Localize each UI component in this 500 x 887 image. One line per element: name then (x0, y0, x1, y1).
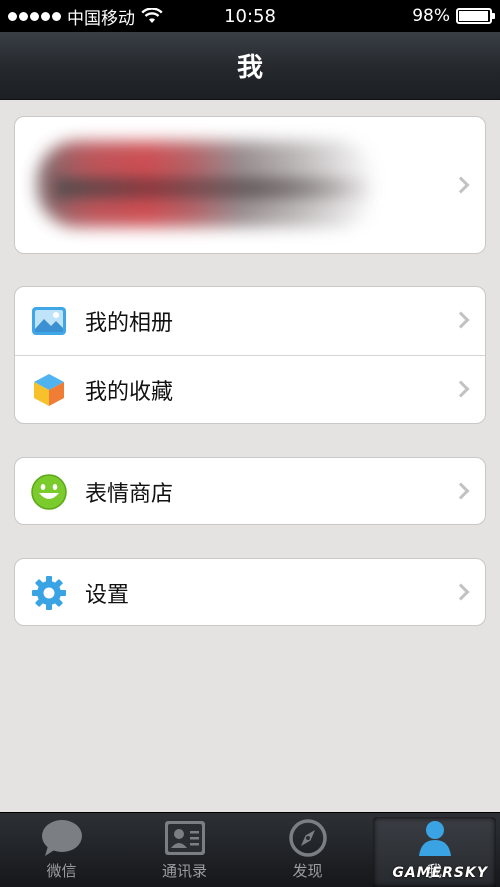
tab-chats[interactable]: 微信 (0, 813, 123, 887)
page-title: 我 (236, 53, 263, 83)
navigation-bar: 我 (0, 32, 500, 100)
tab-label: 微信 (46, 862, 77, 880)
tab-contacts[interactable]: 通讯录 (123, 813, 246, 887)
contacts-card-icon (164, 821, 205, 855)
menu-item-sticker-store[interactable]: 表情商店 (15, 458, 485, 524)
menu-item-album[interactable]: 我的相册 (15, 287, 485, 355)
smiley-face-icon (31, 474, 67, 510)
menu-group-3: 设置 (14, 558, 486, 626)
battery-icon (456, 8, 495, 24)
chevron-right-icon (452, 583, 470, 601)
chevron-right-icon (452, 176, 470, 194)
clock: 10:58 (224, 5, 276, 27)
watermark: GAMERSKY (392, 865, 488, 881)
menu-group-2: 表情商店 (14, 457, 486, 525)
tab-label: 发现 (292, 862, 323, 880)
favorites-cube-icon (34, 373, 64, 406)
compass-icon (288, 819, 327, 857)
chat-bubble-icon (41, 820, 82, 856)
menu-item-label: 我的相册 (85, 311, 174, 336)
menu-item-settings[interactable]: 设置 (15, 559, 485, 625)
carrier-label: 中国移动 (67, 8, 135, 29)
signal-dots-icon (8, 11, 61, 21)
chevron-right-icon (452, 482, 470, 500)
tab-label: 通讯录 (161, 862, 207, 880)
photo-album-icon (32, 307, 66, 335)
menu-item-label: 表情商店 (85, 482, 174, 507)
tab-me[interactable]: 我 GAMERSKY (373, 817, 496, 887)
menu-item-label: 我的收藏 (85, 379, 174, 405)
menu-group-1: 我的相册 我的收藏 (14, 286, 486, 424)
tab-bar: 微信 通讯录 发现 我 GAMERSKY (0, 812, 500, 887)
person-icon (418, 821, 451, 856)
tab-discover[interactable]: 发现 (246, 813, 369, 887)
status-bar: 中国移动 10:58 98% (0, 0, 500, 32)
chevron-right-icon (452, 311, 470, 329)
menu-item-favorites[interactable]: 我的收藏 (15, 355, 485, 423)
wifi-icon (141, 8, 163, 23)
menu-item-label: 设置 (85, 583, 130, 608)
battery-percent: 98% (412, 6, 450, 26)
chevron-right-icon (452, 380, 470, 398)
profile-card[interactable] (14, 116, 486, 254)
gear-icon (32, 576, 66, 610)
